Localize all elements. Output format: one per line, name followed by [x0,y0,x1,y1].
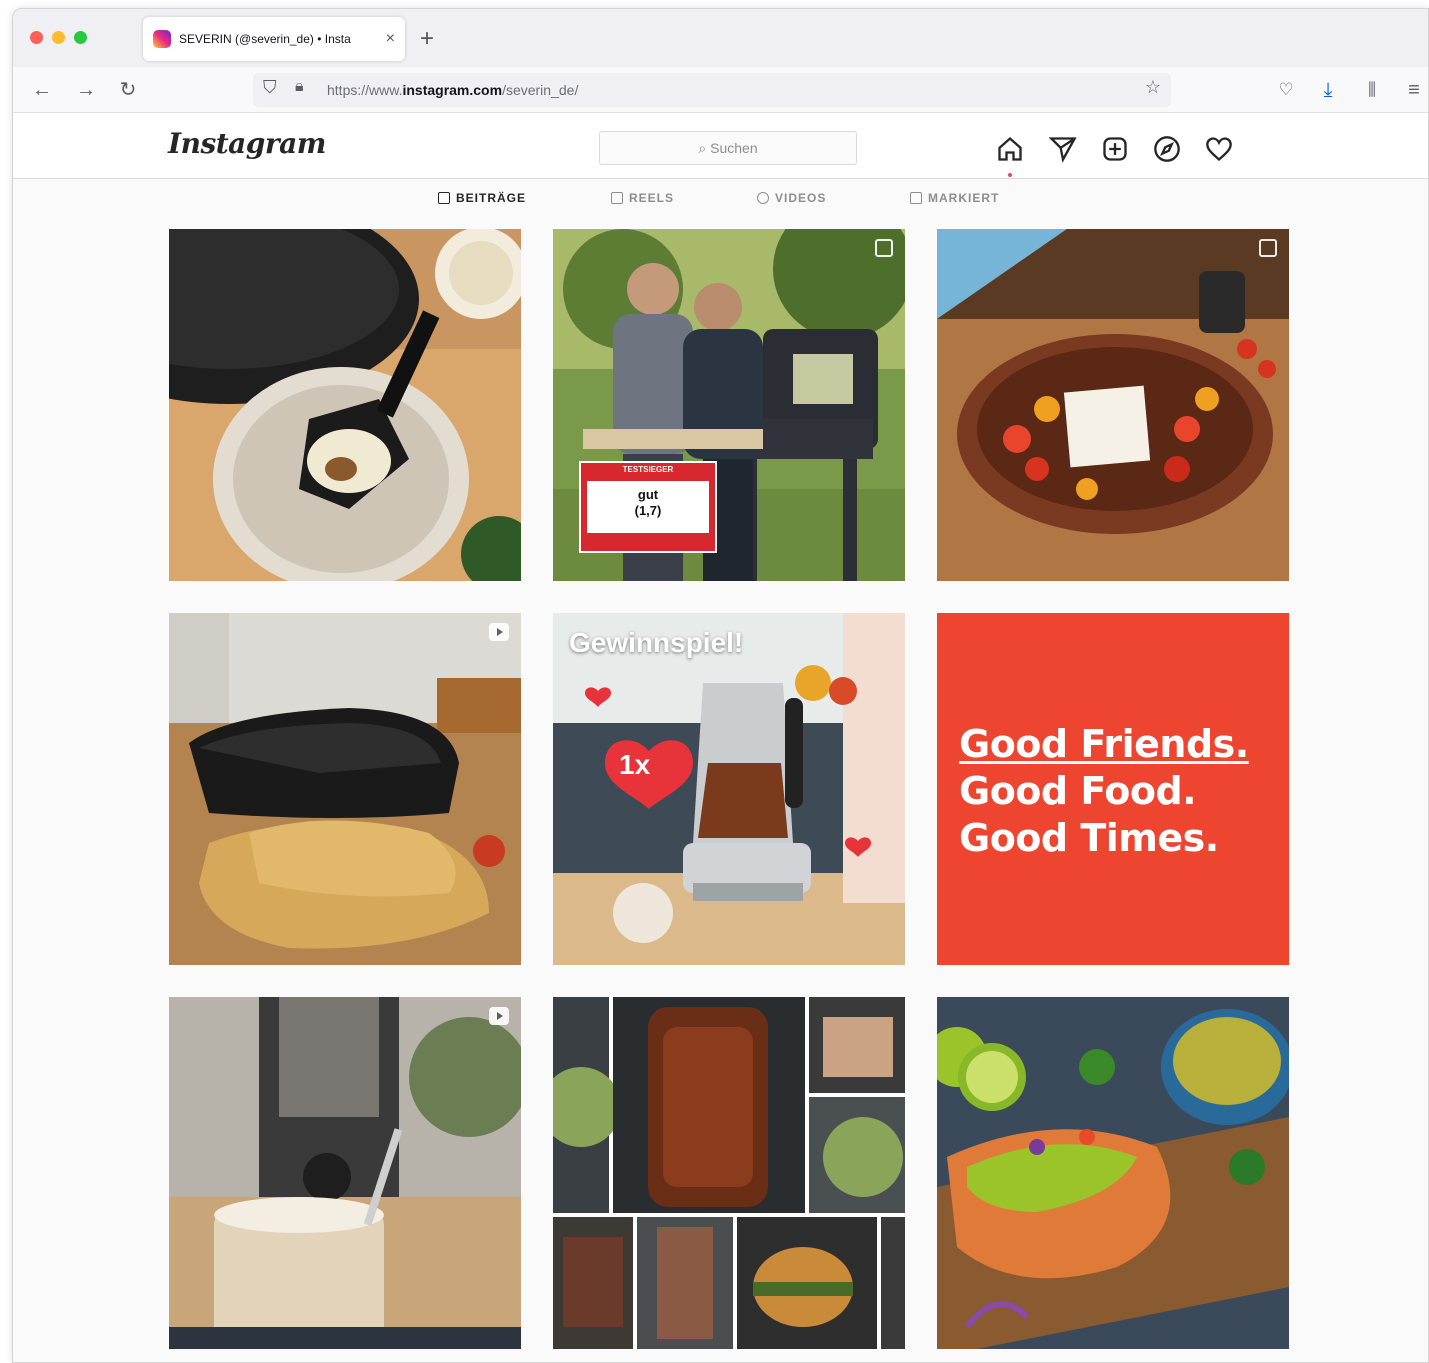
forward-arrow-icon[interactable]: → [73,77,99,103]
reel-icon [489,1007,509,1025]
reels-icon [611,192,623,204]
post-grill-test[interactable]: TESTSIEGER gut (1,7) [553,229,905,581]
grid-icon [438,192,450,204]
back-arrow-icon[interactable]: ← [29,77,55,103]
tab-title: SEVERIN (@severin_de) • Insta [179,32,351,46]
salmon-photo [937,997,1289,1349]
reload-icon[interactable]: ↻ [115,77,141,103]
feta-dish-photo [937,229,1289,581]
badge-content: gut (1,7) [587,481,709,533]
activity-heart-icon[interactable] [1201,131,1237,167]
tab-reels[interactable]: REELS [611,191,674,205]
post-waffles[interactable] [169,613,521,965]
post-salmon[interactable] [937,997,1289,1349]
direct-messages-icon[interactable] [1045,131,1081,167]
instagram-favicon-icon [153,30,171,48]
multiple-posts-icon [875,239,893,257]
coffee-photo [169,997,521,1349]
close-window-button[interactable] [30,31,43,44]
post-giveaway-kettle[interactable]: Gewinnspiel! 1x [553,613,905,965]
tab-posts-label: BEITRÄGE [456,191,527,205]
zoom-window-button[interactable] [74,31,87,44]
post-grill-collage[interactable] [553,997,905,1349]
tracking-shield-icon[interactable]: ⛉ [263,77,277,98]
lock-icon[interactable]: 🔒︎ [295,78,304,96]
url-text[interactable]: https://www.instagram.com/severin_de/ [327,82,578,98]
post-slogan[interactable]: Good Friends. Good Food. Good Times. [937,613,1289,965]
library-icon[interactable]: ⫼ [1359,77,1385,103]
slogan-line-2: Good Food. [959,769,1197,813]
pocket-icon[interactable]: ♡ [1273,77,1299,103]
post-grid: TESTSIEGER gut (1,7) Gewinnspiel! 1x Goo… [169,229,1289,1349]
navigation-toolbar: ← → ↻ ⛉ 🔒︎ https://www.instagram.com/sev… [13,67,1428,113]
badge-header: TESTSIEGER [622,465,674,474]
slogan-line-1: Good Friends. [959,722,1249,766]
reel-icon [489,623,509,641]
tagged-user-icon [910,192,922,204]
tab-reels-label: REELS [629,191,675,205]
multiple-posts-icon [1259,239,1277,257]
tab-tagged-label: MARKIERT [928,191,1000,205]
close-tab-icon[interactable]: × [386,30,395,48]
giveaway-title: Gewinnspiel! [569,627,744,658]
raclette-photo [169,229,521,581]
post-coffee[interactable] [169,997,521,1349]
kettle-photo [553,613,905,965]
download-icon[interactable]: ⤓ [1315,77,1341,103]
browser-tab-active[interactable]: SEVERIN (@severin_de) • Insta × [143,17,405,61]
new-tab-button[interactable]: + [420,25,434,53]
tab-videos-label: VIDEOS [775,191,827,205]
tab-strip: SEVERIN (@severin_de) • Insta × + [13,9,1428,67]
explore-compass-icon[interactable] [1149,131,1185,167]
search-input[interactable]: ⌕ Suchen [599,131,857,165]
instagram-header: Instagram ⌕ Suchen [13,113,1428,179]
browser-window: SEVERIN (@severin_de) • Insta × + ← → ↻ … [12,8,1429,1363]
grill-collage-photo [553,997,905,1349]
minimize-window-button[interactable] [52,31,65,44]
home-icon[interactable] [992,131,1028,177]
badge-score: (1,7) [634,503,662,518]
post-raclette[interactable] [169,229,521,581]
active-indicator-dot [1008,173,1012,177]
slogan-text: Good Friends. Good Food. Good Times. [959,721,1249,862]
waffles-photo [169,613,521,965]
new-post-icon[interactable] [1097,131,1133,167]
menu-icon[interactable]: ≡ [1401,77,1427,103]
badge-grade: gut [637,487,659,502]
tab-posts[interactable]: BEITRÄGE [438,191,526,205]
instagram-logo[interactable]: Instagram [168,127,326,160]
post-feta-tomatoes[interactable] [937,229,1289,581]
tab-videos[interactable]: VIDEOS [757,191,826,205]
slogan-line-3: Good Times. [959,816,1219,860]
address-bar[interactable]: ⛉ 🔒︎ https://www.instagram.com/severin_d… [253,73,1171,107]
video-play-icon [757,192,769,204]
profile-tabs: BEITRÄGE REELS VIDEOS MARKIERT [13,179,1428,219]
giveaway-count: 1x [619,749,651,780]
test-winner-badge: TESTSIEGER gut (1,7) [579,461,717,553]
tab-tagged[interactable]: MARKIERT [910,191,999,205]
bookmark-star-icon[interactable]: ☆ [1145,77,1161,98]
